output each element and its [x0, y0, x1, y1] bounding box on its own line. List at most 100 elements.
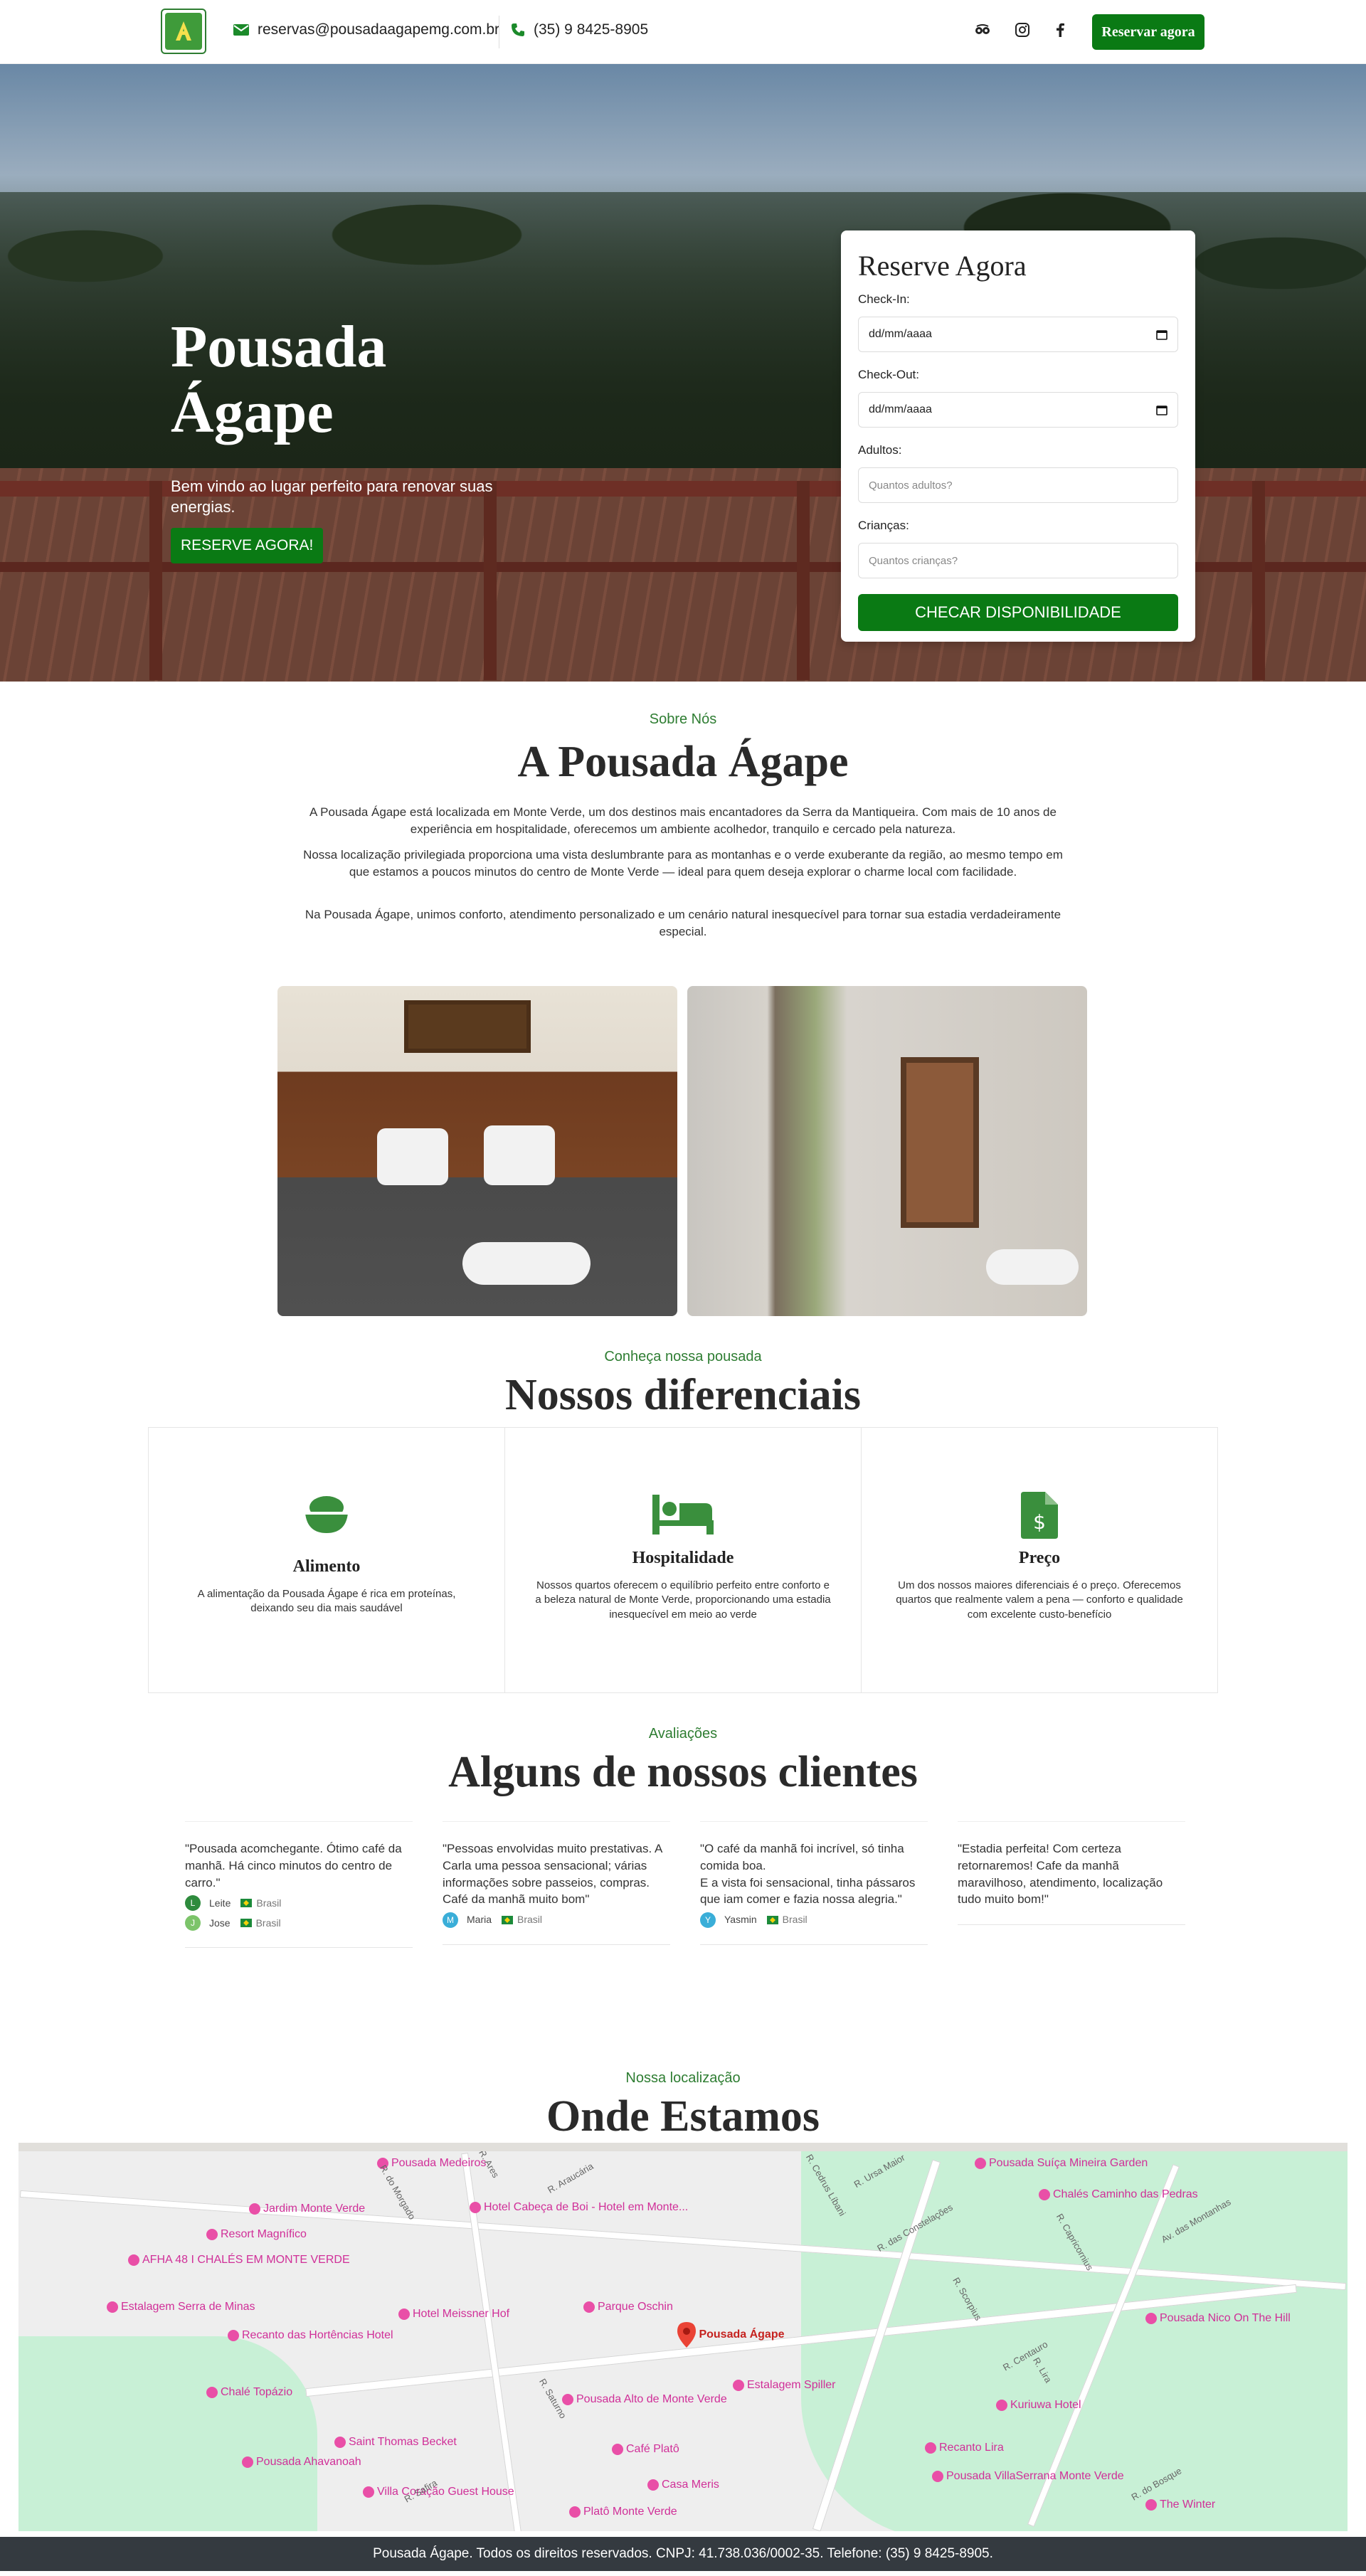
map-place-marker[interactable]: Kuriuwa Hotel [993, 2399, 1081, 2412]
map-place-marker[interactable]: Pousada Ahavanoah [239, 2456, 361, 2469]
facebook-icon[interactable] [1051, 21, 1069, 39]
railing-post [1252, 481, 1265, 680]
main-location-pin[interactable]: Pousada Ágape [677, 2322, 784, 2348]
map-place-marker[interactable]: Casa Meris [645, 2479, 719, 2491]
about-paragraph-3: Na Pousada Ágape, unimos conforto, atend… [305, 908, 1061, 938]
avatar: Y [700, 1912, 716, 1929]
embedded-map[interactable]: Pousada Ágape Pousada Medeiros Jardim Mon… [18, 2143, 1348, 2531]
map-place-label: Chalés Caminho das Pedras [1053, 2188, 1198, 2200]
map-place-label: Pousada Alto de Monte Verde [576, 2393, 727, 2405]
map-place-marker[interactable]: Chalé Topázio [203, 2386, 292, 2399]
phone-link[interactable]: (35) 9 8425-8905 [511, 21, 648, 38]
brazil-flag-icon [240, 1919, 252, 1928]
map-place-marker[interactable]: Chalés Caminho das Pedras [1036, 2188, 1198, 2201]
envelope-icon [233, 24, 249, 36]
about-title: A Pousada Ágape [517, 738, 849, 786]
map-place-marker[interactable]: Resort Magnífico [203, 2228, 307, 2241]
map-place-label: Pousada Medeiros [391, 2157, 487, 2169]
adults-label: Adultos: [858, 443, 902, 457]
reserve-now-button[interactable]: Reservar agora [1092, 14, 1204, 50]
about-eyebrow: Sobre Nós [649, 711, 717, 727]
differential-card-hospitality: Hospitalidade Nossos quartos oferecem o … [505, 1428, 862, 1692]
svg-text:$: $ [1033, 1510, 1046, 1534]
differential-title: Hospitalidade [632, 1549, 734, 1567]
about-paragraph-2: Nossa localização privilegiada proporcio… [303, 848, 1063, 879]
differential-text: A alimentação da Pousada Ágape é rica em… [197, 1588, 456, 1615]
map-place-label: Hotel Meissner Hof [413, 2308, 510, 2320]
calendar-icon[interactable] [1156, 404, 1168, 415]
map-place-marker[interactable]: The Winter [1143, 2498, 1215, 2511]
phone-text: (35) 9 8425-8905 [534, 21, 649, 38]
review-divider [958, 1924, 1185, 1926]
checkout-input[interactable]: dd/mm/aaaa [858, 392, 1178, 428]
review-quote: "Pessoas envolvidas muito prestativas. A… [443, 1842, 662, 1907]
room-photo-bed [277, 986, 677, 1316]
reviews-section: Avaliações Alguns de nossos clientes "Po… [0, 1712, 1366, 2046]
map-place-marker[interactable]: Saint Thomas Becket [332, 2436, 457, 2449]
checkout-value: dd/mm/aaaa [869, 403, 932, 415]
map-place-marker[interactable]: Pousada VillaSerrana Monte Verde [929, 2470, 1124, 2483]
reviews-eyebrow: Avaliações [648, 1726, 718, 1742]
checkin-input[interactable]: dd/mm/aaaa [858, 317, 1178, 352]
about-section: Sobre Nós A Pousada Ágape A Pousada Ágap… [0, 682, 1366, 986]
map-place-marker[interactable]: Hotel Meissner Hof [396, 2308, 509, 2321]
map-place-label: Pousada Ahavanoah [256, 2456, 361, 2468]
hotel-pin-icon [733, 2379, 744, 2391]
differential-text: Nossos quartos oferecem o equilíbrio per… [535, 1579, 831, 1621]
map-place-marker[interactable]: Pousada Suíça Mineira Garden [972, 2157, 1148, 2170]
differential-title: Preço [1018, 1549, 1061, 1567]
avatar: M [443, 1912, 458, 1929]
map-place-label: Estalagem Spiller [747, 2379, 836, 2391]
hotel-pin-icon [398, 2308, 410, 2320]
room-photo-window [687, 986, 1087, 1316]
map-place-label: Estalagem Serra de Minas [121, 2301, 255, 2313]
map-place-marker[interactable]: Estalagem Spiller [730, 2379, 836, 2392]
map-place-marker[interactable]: Pousada Alto de Monte Verde [559, 2393, 727, 2406]
map-place-marker[interactable]: Pousada Medeiros [374, 2157, 486, 2170]
railing-post [149, 481, 162, 680]
reviews-title: Alguns de nossos clientes [448, 1748, 918, 1796]
logo[interactable] [161, 9, 206, 54]
review-quote: "Pousada acomchegante. Ótimo café da man… [185, 1842, 402, 1889]
children-input[interactable]: Quantos crianças? [858, 543, 1178, 578]
map-place-label: The Winter [1160, 2498, 1216, 2511]
email-text: reservas@pousadaagapemg.com.br [258, 21, 499, 38]
map-place-marker[interactable]: Parque Oschin [581, 2301, 673, 2313]
map-place-marker[interactable]: Recanto Lira [922, 2442, 1004, 2454]
review-quote: "O café da manhã foi incrível, só tinha … [700, 1842, 916, 1907]
instagram-icon[interactable] [1013, 21, 1032, 39]
map-place-label: Pousada VillaSerrana Monte Verde [946, 2470, 1124, 2482]
hero-reserve-button[interactable]: RESERVE AGORA! [171, 528, 324, 563]
differentials-cards: Alimento A alimentação da Pousada Ágape … [148, 1427, 1218, 1693]
location-section: Nossa localização Onde Estamos Pousada Á… [0, 2046, 1366, 2537]
hotel-pin-icon [1039, 2188, 1050, 2200]
map-place-marker[interactable]: Hotel Cabeça de Boi - Hotel em Monte... [467, 2201, 688, 2214]
map-place-marker[interactable]: Café Platô [609, 2443, 679, 2456]
hotel-pin-icon [242, 2456, 253, 2468]
tripadvisor-icon[interactable] [973, 21, 992, 39]
hotel-pin-icon [975, 2157, 986, 2169]
map-place-marker[interactable]: Jardim Monte Verde [246, 2203, 365, 2215]
map-place-marker[interactable]: Estalagem Serra de Minas [104, 2301, 255, 2313]
map-place-label: Recanto das Hortências Hotel [242, 2329, 393, 2341]
window [901, 1057, 979, 1228]
map-place-marker[interactable]: Pousada Nico On The Hill [1143, 2312, 1291, 2325]
review-divider [700, 1944, 928, 1946]
brazil-flag-icon [502, 1916, 514, 1925]
review-author: J Jose Brasil [185, 1915, 413, 1931]
map-place-marker[interactable]: Recanto das Hortências Hotel [225, 2329, 393, 2342]
brazil-flag-icon [766, 1916, 778, 1925]
location-title: Onde Estamos [546, 2092, 820, 2141]
email-link[interactable]: reservas@pousadaagapemg.com.br [233, 21, 499, 38]
calendar-icon[interactable] [1156, 329, 1168, 340]
map-place-marker[interactable]: AFHA 48 I CHALÉS EM MONTE VERDE [125, 2254, 350, 2267]
adults-input[interactable]: Quantos adultos? [858, 467, 1178, 503]
map-place-marker[interactable]: Platô Monte Verde [566, 2506, 677, 2518]
hotel-pin-icon [562, 2393, 573, 2405]
map-place-label: Chalé Topázio [221, 2386, 293, 2398]
hotel-pin-icon [128, 2254, 139, 2266]
room-photos [0, 986, 1366, 1342]
check-availability-button[interactable]: CHECAR DISPONIBILIDADE [858, 594, 1178, 631]
hotel-pin-icon [1145, 2498, 1157, 2511]
footer-text: Pousada Ágape. Todos os direitos reserva… [373, 2546, 993, 2561]
